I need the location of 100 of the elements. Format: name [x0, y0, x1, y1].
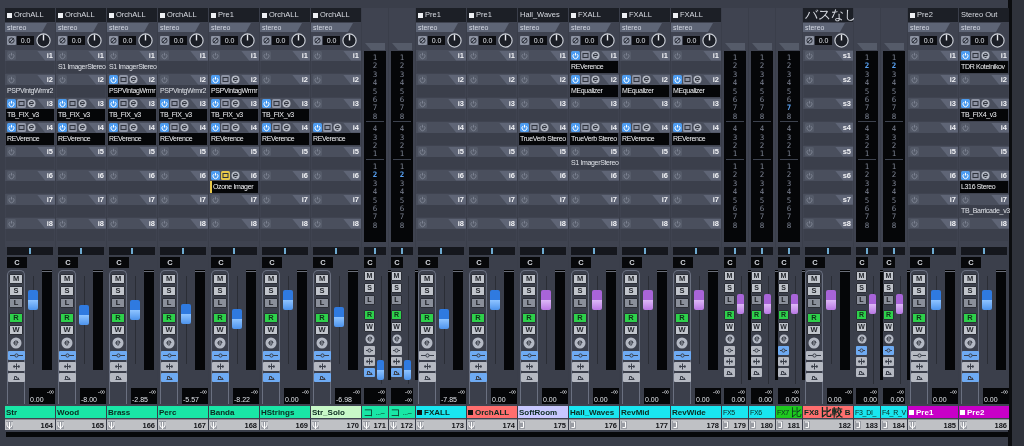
sends-icon[interactable]	[211, 373, 229, 382]
phase-icon[interactable]	[469, 36, 478, 45]
track-name[interactable]: Banda	[209, 406, 259, 418]
channel-settings-icon[interactable]	[724, 334, 735, 344]
track-name[interactable]: RevMid	[620, 406, 670, 418]
insert-icon[interactable]	[160, 351, 178, 360]
insert-icon[interactable]	[724, 346, 735, 355]
power-icon[interactable]	[262, 99, 271, 108]
fader-handle[interactable]	[643, 290, 653, 311]
sends-icon[interactable]	[961, 373, 979, 382]
plugin-edit-icon[interactable]	[129, 99, 138, 108]
pan-slider[interactable]	[418, 247, 464, 255]
sends-icon[interactable]	[418, 373, 436, 382]
plugin-edit-icon[interactable]	[282, 99, 291, 108]
fader-handle[interactable]	[334, 306, 344, 327]
phase-icon[interactable]	[58, 36, 67, 45]
power-icon[interactable]	[571, 75, 580, 84]
sends-icon[interactable]	[160, 373, 178, 382]
power-icon[interactable]	[262, 123, 271, 132]
fader-handle[interactable]	[181, 303, 191, 324]
channel-settings-icon[interactable]	[421, 337, 433, 349]
insert-icon[interactable]	[211, 351, 229, 360]
eq-icon[interactable]	[778, 357, 789, 366]
plugin-edit-icon[interactable]	[642, 75, 651, 84]
phase-icon[interactable]	[7, 36, 16, 45]
insert-icon[interactable]	[418, 351, 436, 360]
fader-handle[interactable]	[896, 294, 903, 315]
edit-icon[interactable]	[581, 75, 590, 84]
phase-icon[interactable]	[418, 36, 427, 45]
fader-handle[interactable]	[931, 290, 941, 311]
edit-icon[interactable]	[68, 99, 77, 108]
channel-settings-icon[interactable]	[61, 337, 73, 349]
insert-icon[interactable]	[883, 346, 894, 355]
eq-icon[interactable]	[211, 362, 229, 371]
plugin-edit-icon[interactable]	[540, 123, 549, 132]
power-icon[interactable]	[961, 171, 970, 180]
phase-icon[interactable]	[571, 36, 580, 45]
sends-icon[interactable]	[622, 373, 640, 382]
fader-handle[interactable]	[79, 304, 89, 325]
insert-icon[interactable]	[58, 351, 76, 360]
insert-icon[interactable]	[805, 351, 823, 360]
insert-icon[interactable]	[7, 351, 25, 360]
power-icon[interactable]	[520, 123, 529, 132]
plugin-edit-icon[interactable]	[27, 123, 36, 132]
pan-slider[interactable]	[160, 247, 206, 255]
plugin-edit-icon[interactable]	[129, 75, 138, 84]
insert-icon[interactable]	[109, 351, 127, 360]
edit-icon[interactable]	[221, 75, 230, 84]
track-name[interactable]: Str	[5, 406, 55, 418]
pan-slider[interactable]	[805, 247, 851, 255]
power-icon[interactable]	[673, 75, 682, 84]
power-icon[interactable]	[7, 99, 16, 108]
insert-icon[interactable]	[910, 351, 928, 360]
insert-icon[interactable]	[391, 346, 402, 355]
channel-settings-icon[interactable]	[472, 337, 484, 349]
eq-icon[interactable]	[571, 362, 589, 371]
gain-knob[interactable]	[291, 33, 306, 48]
sends-icon[interactable]	[262, 373, 280, 382]
pan-slider[interactable]	[856, 247, 878, 255]
edit-icon[interactable]	[221, 171, 230, 180]
channel-settings-icon[interactable]	[625, 337, 637, 349]
gain-knob[interactable]	[342, 33, 357, 48]
fader-handle[interactable]	[694, 290, 704, 311]
sends-icon[interactable]	[469, 373, 487, 382]
edit-icon[interactable]	[632, 75, 641, 84]
plugin-edit-icon[interactable]	[129, 123, 138, 132]
edit-icon[interactable]	[221, 99, 230, 108]
pan-slider[interactable]	[262, 247, 308, 255]
edit-icon[interactable]	[68, 123, 77, 132]
phase-icon[interactable]	[673, 36, 682, 45]
phase-icon[interactable]	[109, 36, 118, 45]
edit-icon[interactable]	[119, 99, 128, 108]
phase-icon[interactable]	[961, 36, 970, 45]
fader-handle[interactable]	[592, 290, 602, 311]
eq-icon[interactable]	[751, 357, 762, 366]
insert-icon[interactable]	[571, 351, 589, 360]
insert-icon[interactable]	[856, 346, 867, 355]
pan-slider[interactable]	[313, 247, 359, 255]
edit-icon[interactable]	[971, 171, 980, 180]
plugin-edit-icon[interactable]	[981, 51, 990, 60]
plugin-edit-icon[interactable]	[333, 123, 342, 132]
channel-settings-icon[interactable]	[856, 334, 867, 344]
insert-icon[interactable]	[520, 351, 538, 360]
sends-icon[interactable]	[673, 373, 691, 382]
pan-slider[interactable]	[391, 247, 413, 255]
insert-icon[interactable]	[778, 346, 789, 355]
plugin-edit-icon[interactable]	[231, 99, 240, 108]
plugin-edit-icon[interactable]	[180, 99, 189, 108]
eq-icon[interactable]	[805, 362, 823, 371]
plugin-edit-icon[interactable]	[591, 75, 600, 84]
track-name-bar[interactable]: Pre1	[908, 406, 958, 418]
plugin-edit-icon[interactable]	[282, 123, 291, 132]
track-name[interactable]: HStrings	[260, 406, 310, 418]
gain-knob[interactable]	[189, 33, 204, 48]
gain-knob[interactable]	[138, 33, 153, 48]
eq-icon[interactable]	[418, 362, 436, 371]
sends-icon[interactable]	[805, 373, 823, 382]
plugin-edit-icon[interactable]	[78, 123, 87, 132]
phase-icon[interactable]	[910, 36, 919, 45]
channel-settings-icon[interactable]	[214, 337, 226, 349]
